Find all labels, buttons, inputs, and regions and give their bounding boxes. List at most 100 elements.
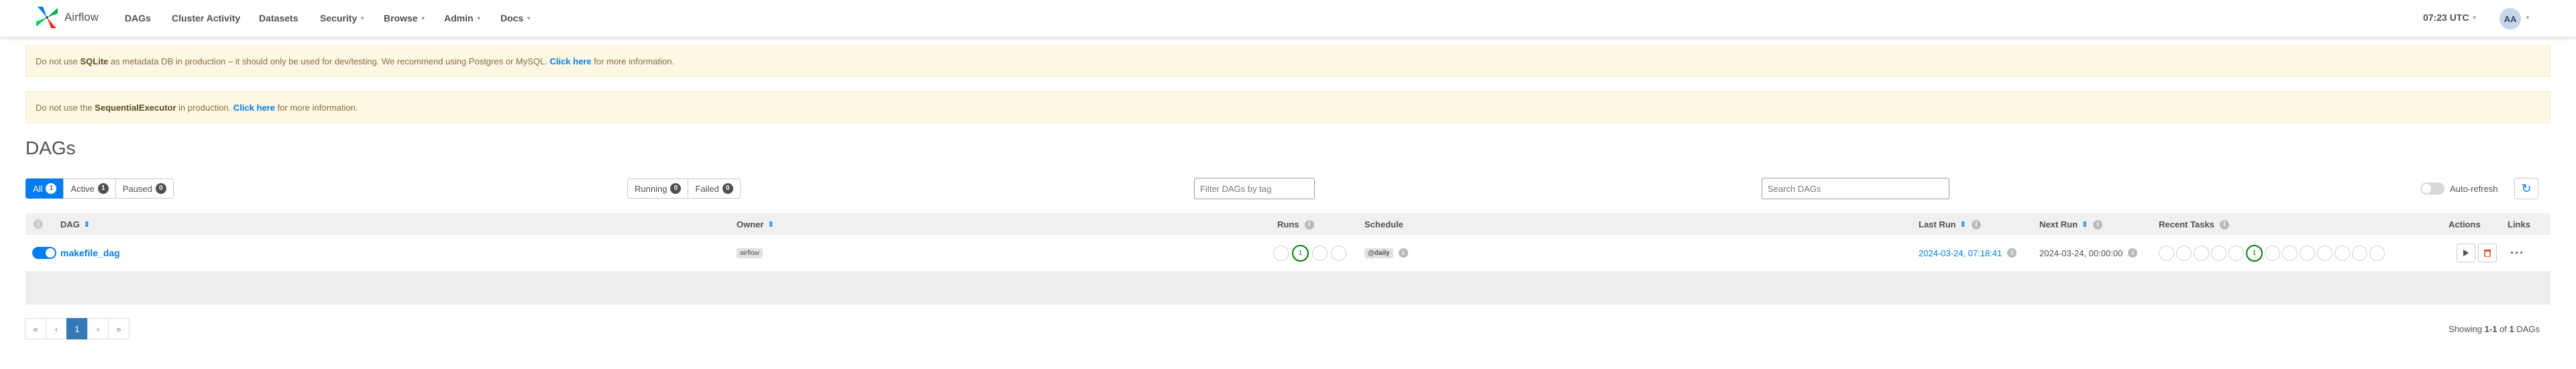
alert-click-here-link[interactable]: Click here xyxy=(233,103,275,113)
header-links-label: Links xyxy=(2508,219,2530,229)
page-last-button[interactable]: » xyxy=(108,318,129,339)
run-state-success[interactable]: 1 xyxy=(1292,244,1309,262)
next-run-cell: 2024-03-24, 00:00:00 i xyxy=(2039,235,2138,271)
filter-active-count: 1 xyxy=(97,183,109,194)
task-state-circle[interactable] xyxy=(2176,245,2192,261)
nav-browse[interactable]: Browse ▼ xyxy=(384,13,426,23)
filter-running-button[interactable]: Running 0 xyxy=(627,178,689,199)
filter-failed-button[interactable]: Failed 0 xyxy=(688,178,741,199)
task-state-circle[interactable] xyxy=(2317,245,2332,261)
task-state-circle[interactable] xyxy=(2265,245,2280,261)
header-dag[interactable]: DAG ⇕ xyxy=(60,219,90,229)
task-state-circle[interactable] xyxy=(2229,245,2244,261)
trash-icon xyxy=(2484,250,2491,257)
results-count-mid: of xyxy=(2497,324,2510,334)
dag-id-cell: makefile_dag xyxy=(60,235,120,271)
task-state-success[interactable]: 1 xyxy=(2246,244,2263,262)
run-state-failed[interactable] xyxy=(1331,245,1346,261)
results-count: Showing 1-1 of 1 DAGs xyxy=(2449,324,2540,334)
trigger-dag-button[interactable] xyxy=(2457,244,2475,262)
brand-logo-link[interactable]: Airflow xyxy=(34,4,99,31)
task-state-circle[interactable] xyxy=(2282,245,2298,261)
page-prev-button[interactable]: ‹ xyxy=(46,318,67,339)
run-state-queued[interactable] xyxy=(1273,245,1289,261)
nav-datasets[interactable]: Datasets xyxy=(259,13,298,23)
filter-failed-count: 0 xyxy=(722,183,733,194)
page-current-button[interactable]: 1 xyxy=(66,318,88,339)
header-next-run[interactable]: Next Run ⇕ i xyxy=(2039,219,2103,229)
header-owner[interactable]: Owner ⇕ xyxy=(737,219,774,229)
dag-id-link[interactable]: makefile_dag xyxy=(60,248,120,258)
nav-browse-label: Browse xyxy=(384,13,418,23)
chevron-down-icon[interactable]: ▼ xyxy=(2525,15,2530,21)
header-actions-label: Actions xyxy=(2449,219,2481,229)
filter-all-button[interactable]: All 1 xyxy=(25,178,64,199)
dags-table-header: i DAG ⇕ Owner ⇕ Runs i Schedule Last Run… xyxy=(25,213,2551,235)
executor-warning-alert: Do not use the SequentialExecutor in pro… xyxy=(25,91,2551,123)
delete-dag-button[interactable] xyxy=(2478,244,2497,262)
header-last-run[interactable]: Last Run ⇕ i xyxy=(1919,219,1981,229)
schedule-tag: @daily xyxy=(1364,248,1393,258)
search-dags-input[interactable]: Search DAGs xyxy=(1762,178,1949,199)
sort-icon: ⇕ xyxy=(1960,220,1966,229)
table-footer-spacer xyxy=(25,271,2551,305)
chevron-down-icon: ▼ xyxy=(2471,14,2477,21)
tag-filter-input[interactable]: Filter DAGs by tag xyxy=(1194,178,1315,199)
page-first-button[interactable]: « xyxy=(25,318,46,339)
sort-icon: ⇕ xyxy=(83,220,91,229)
status-filter-group: All 1 Active 1 Paused 0 xyxy=(25,178,174,199)
task-state-circle[interactable] xyxy=(2352,245,2367,261)
task-state-circle[interactable] xyxy=(2300,245,2315,261)
run-state-running[interactable] xyxy=(1312,245,1328,261)
alert-click-here-link[interactable]: Click here xyxy=(549,56,591,66)
auto-refresh-label: Auto-refresh xyxy=(2450,183,2498,194)
nav-cluster-activity[interactable]: Cluster Activity xyxy=(172,13,240,23)
sqlite-warning-alert: Do not use SQLite as metadata DB in prod… xyxy=(25,45,2551,77)
info-icon: i xyxy=(2219,219,2229,229)
links-cell: ··· xyxy=(2510,235,2524,271)
nav-dags[interactable]: DAGs xyxy=(125,13,151,23)
info-icon: i xyxy=(2128,248,2138,258)
nav-security-label: Security xyxy=(320,13,358,23)
header-actions: Actions xyxy=(2449,219,2481,229)
timezone-dropdown[interactable]: 07:23 UTC ▼ xyxy=(2423,12,2477,23)
nav-security[interactable]: Security ▼ xyxy=(320,13,365,23)
results-total: 1 xyxy=(2509,324,2514,334)
nav-docs[interactable]: Docs ▼ xyxy=(500,13,531,23)
nav-admin[interactable]: Admin ▼ xyxy=(444,13,481,23)
filter-running-count: 0 xyxy=(670,183,682,194)
nav-datasets-label: Datasets xyxy=(259,13,299,23)
run-state-filter-group: Running 0 Failed 0 xyxy=(627,178,741,199)
alert-text: Do not use xyxy=(36,56,80,66)
info-icon: i xyxy=(1398,248,1408,258)
last-run-link[interactable]: 2024-03-24, 07:18:41 xyxy=(1919,248,2002,258)
filter-paused-button[interactable]: Paused 0 xyxy=(115,178,174,199)
chevron-down-icon: ▼ xyxy=(476,15,482,21)
table-row: makefile_dag airflow 1 @daily i 2024-03-… xyxy=(25,235,2551,271)
auto-refresh-toggle[interactable] xyxy=(2420,182,2445,195)
task-state-circle[interactable] xyxy=(2211,245,2226,261)
results-range: 1-1 xyxy=(2484,324,2498,334)
task-state-circle[interactable] xyxy=(2194,245,2209,261)
task-state-circle[interactable] xyxy=(2369,245,2385,261)
owner-tag[interactable]: airflow xyxy=(737,248,763,258)
task-state-circle[interactable] xyxy=(2334,245,2350,261)
auto-refresh-control: Auto-refresh xyxy=(2420,182,2498,195)
filter-all-label: All xyxy=(33,183,43,194)
filter-all-count: 1 xyxy=(46,183,57,194)
filter-active-button[interactable]: Active 1 xyxy=(63,178,116,199)
alert-text: as metadata DB in production – it should… xyxy=(108,56,550,66)
dag-pause-toggle-cell xyxy=(32,235,56,271)
brand-name: Airflow xyxy=(64,11,99,23)
task-state-circle[interactable] xyxy=(2159,245,2174,261)
dag-pause-toggle[interactable] xyxy=(32,247,56,259)
pagination: « ‹ 1 › » xyxy=(25,318,129,339)
header-recent-tasks-label: Recent Tasks xyxy=(2159,219,2214,229)
info-icon: i xyxy=(1971,219,1981,229)
refresh-button[interactable]: ↻ xyxy=(2514,178,2538,199)
page-next-button[interactable]: › xyxy=(87,318,109,339)
user-avatar[interactable]: AA xyxy=(2500,8,2521,30)
ellipsis-icon[interactable]: ··· xyxy=(2510,246,2524,260)
chevron-down-icon: ▼ xyxy=(526,15,532,21)
nav-dags-label: DAGs xyxy=(125,13,151,23)
